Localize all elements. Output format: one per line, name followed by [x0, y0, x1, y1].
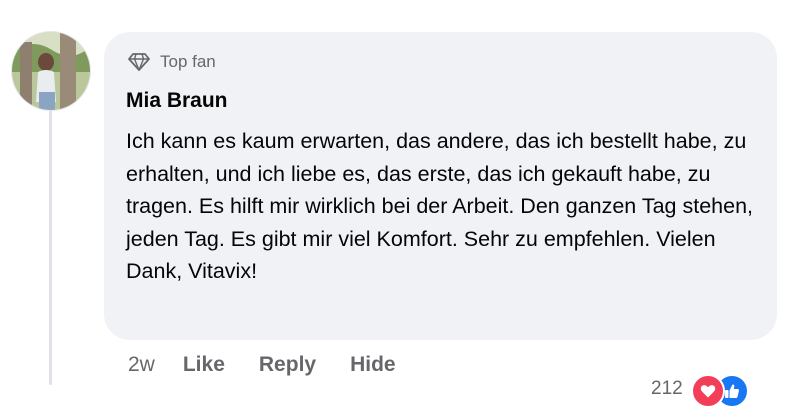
reactions-summary[interactable]: 212	[651, 372, 749, 408]
top-fan-badge[interactable]: Top fan	[128, 52, 216, 72]
comment-actions: 2w Like Reply Hide	[128, 350, 430, 380]
reply-button[interactable]: Reply	[259, 353, 316, 377]
comment-text: Ich kann es kaum erwarten, das andere, d…	[126, 129, 754, 283]
heart-icon	[690, 374, 725, 408]
hide-button[interactable]: Hide	[350, 353, 396, 377]
avatar[interactable]	[11, 31, 91, 111]
badge-label: Top fan	[160, 52, 216, 71]
thread-line	[49, 110, 52, 385]
reaction-icons	[690, 372, 749, 408]
reaction-count: 212	[651, 378, 683, 399]
avatar-photo	[12, 32, 90, 110]
comment-bubble: Top fan Mia Braun Ich kann es kaum erwar…	[104, 32, 777, 340]
author-name[interactable]: Mia Braun	[126, 89, 228, 113]
diamond-icon	[128, 53, 150, 71]
timestamp[interactable]: 2w	[128, 353, 155, 377]
like-button[interactable]: Like	[183, 353, 225, 377]
